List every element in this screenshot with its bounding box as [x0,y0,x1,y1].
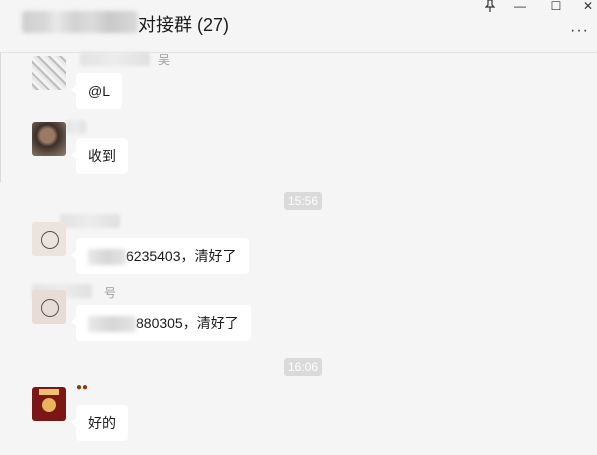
avatar[interactable] [32,222,66,256]
avatar[interactable] [32,122,66,156]
message-bubble[interactable]: 收到 [71,138,128,174]
close-button[interactable]: ✕ [578,0,597,14]
message-bubble[interactable]: 6235403，清好了 [71,238,249,274]
message-bubble[interactable]: 好的 [71,405,128,441]
more-options-button[interactable]: ··· [570,22,589,40]
redacted-text [88,249,126,266]
message-text: 好的 [88,415,116,431]
divider [0,52,1,182]
blurred-group-name [22,11,138,33]
sender-name: 号 [104,286,117,300]
avatar[interactable] [32,56,66,90]
chat-title: 对接群 (27) [138,15,230,35]
message-text: 880305，清好了 [136,315,239,331]
avatar[interactable] [32,290,66,324]
message-bubble[interactable]: @L [71,73,122,109]
message-text: @L [88,83,110,99]
avatar[interactable] [32,387,66,421]
title-bar: 对接群 (27) — ☐ ✕ ··· [0,0,597,53]
sender-name-blur [66,120,86,134]
timestamp: 15:56 [284,192,323,210]
emoji-nickname-icon: ●● [76,382,89,393]
pin-icon[interactable] [480,0,500,14]
sender-name-blur [60,214,120,228]
message-text: 收到 [88,148,116,164]
message-text: 6235403，清好了 [126,248,237,264]
timestamp: 16:06 [284,358,323,376]
minimize-button[interactable]: — [510,0,530,14]
maximize-button[interactable]: ☐ [546,0,566,14]
message-bubble[interactable]: 880305，清好了 [71,305,251,341]
redacted-text [88,316,136,333]
sender-name: 吴 [158,53,171,67]
sender-name-blur [80,52,150,66]
